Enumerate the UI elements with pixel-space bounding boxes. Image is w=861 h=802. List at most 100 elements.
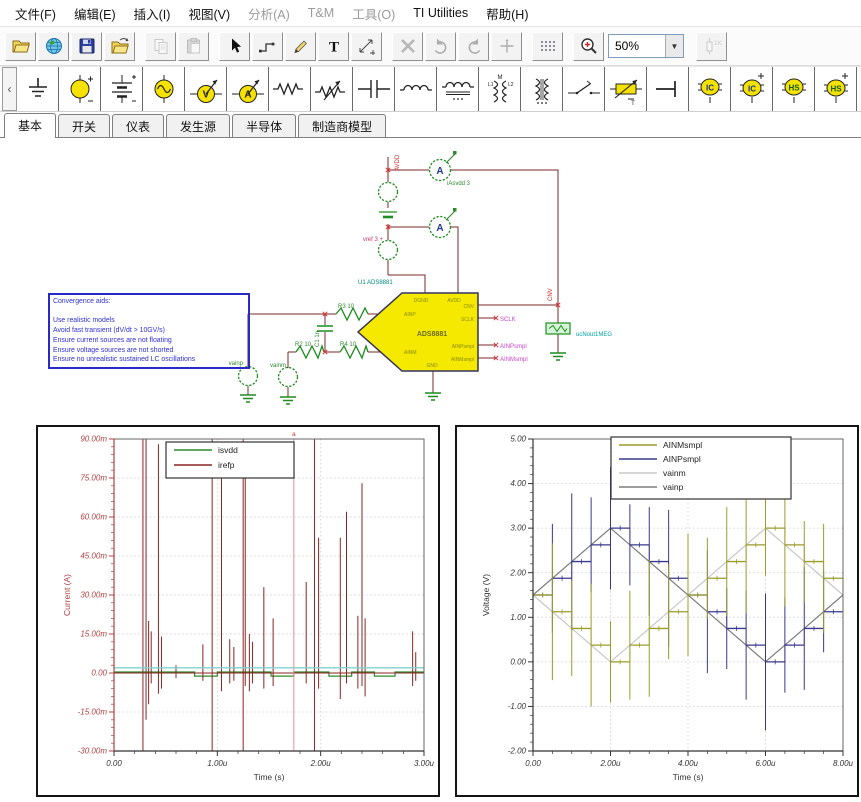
component-voltmeter-button[interactable]: V xyxy=(185,67,227,111)
generator-icon xyxy=(144,72,184,106)
menu-item-tm[interactable]: T&M xyxy=(299,6,343,20)
undo-button[interactable] xyxy=(425,32,456,61)
capacitor-c1 xyxy=(317,326,333,331)
menu-item-ti-utilities[interactable]: TI Utilities xyxy=(404,6,477,20)
component-battery-button[interactable] xyxy=(101,67,143,111)
save-button[interactable] xyxy=(71,32,102,61)
select-arrow-button[interactable] xyxy=(219,32,250,61)
y-tick-label: 60.00m xyxy=(80,513,107,522)
compbar-scroll-left[interactable]: ‹ xyxy=(2,67,17,111)
tab-sources[interactable]: 发生源 xyxy=(166,114,230,137)
svg-text:IC: IC xyxy=(748,85,756,94)
svg-text:L2: L2 xyxy=(508,82,514,88)
menu-item-view[interactable]: 视图(V) xyxy=(179,4,239,23)
main-toolbar: T 50%▼ 1K xyxy=(0,27,861,66)
schematic-label: iAsvdd 3 xyxy=(447,181,471,187)
schematic-label: U1 ADS8881 xyxy=(358,280,393,286)
ammeter-glyphs: A A xyxy=(436,151,456,234)
zoom-in-icon xyxy=(578,36,600,56)
y-tick-label: -1.00 xyxy=(508,702,527,711)
chevron-down-icon[interactable]: ▼ xyxy=(665,35,683,57)
zoom-level-select[interactable]: 50%▼ xyxy=(608,34,684,58)
svg-text:T: T xyxy=(328,40,338,56)
schematic-label: CNV xyxy=(463,304,474,310)
y-tick-label: -15.00m xyxy=(78,708,108,717)
x-tick-label: 0.00 xyxy=(106,759,122,768)
menu-item-file[interactable]: 文件(F) xyxy=(6,4,65,23)
legend: AINMsmplAINPsmplvainmvainp xyxy=(611,437,791,499)
component-inductor-button[interactable] xyxy=(395,67,437,111)
tab-manufacturer-models[interactable]: 制造商模型 xyxy=(298,114,386,137)
component-varistor-button[interactable]: T xyxy=(605,67,647,111)
delete-button[interactable] xyxy=(392,32,423,61)
vainm-source xyxy=(279,368,298,387)
component-ic-plus-button[interactable]: IC xyxy=(731,67,773,111)
cursor-label: a xyxy=(292,431,296,438)
menu-item-edit[interactable]: 编辑(E) xyxy=(65,4,125,23)
coupled-inductors-icon: ML1L2 xyxy=(480,72,520,106)
convergence-note[interactable]: Convergence aids: Use realistic modelsAv… xyxy=(48,293,250,369)
component-ammeter-button[interactable]: A xyxy=(227,67,269,111)
component-hs-plus-button[interactable]: HS xyxy=(815,67,857,111)
battery-icon xyxy=(102,72,142,106)
hs-plus-icon: HS xyxy=(816,72,856,106)
voltage-plot-panel[interactable]: 5.004.003.002.001.000.00-1.00-2.000.002.… xyxy=(455,425,859,797)
tab-basic[interactable]: 基本 xyxy=(4,113,56,138)
convergence-note-line: Avoid fast transient (dV/dt > 10GV/s) xyxy=(53,326,245,336)
schematic-canvas[interactable]: A A xyxy=(0,138,861,423)
menu-item-tools[interactable]: 工具(O) xyxy=(343,4,404,23)
ammeter-icon: A xyxy=(228,72,268,106)
schematic-svg: A A xyxy=(0,138,861,423)
paste-icon xyxy=(183,36,205,56)
y-tick-label: 3.00 xyxy=(510,524,526,533)
web-open-button[interactable] xyxy=(38,32,69,61)
component-ic-button[interactable]: IC xyxy=(689,67,731,111)
wire-button[interactable] xyxy=(252,32,283,61)
component-coupled-inductors-button[interactable]: ML1L2 xyxy=(479,67,521,111)
tab-semiconductors[interactable]: 半导体 xyxy=(232,114,296,137)
component-terminal-button[interactable] xyxy=(647,67,689,111)
component-inductor-core-button[interactable] xyxy=(437,67,479,111)
component-hs-button[interactable]: HS xyxy=(773,67,815,111)
ground-icon xyxy=(18,72,58,106)
y-tick-label: 15.00m xyxy=(80,630,107,639)
jumper-ucnout[interactable] xyxy=(546,323,570,334)
pencil-button[interactable] xyxy=(285,32,316,61)
varistor-icon: T xyxy=(606,72,646,106)
zoom-in-button[interactable] xyxy=(573,32,604,61)
current-plot-panel[interactable]: a90.00m75.00m60.00m45.00m30.00m15.00m0.0… xyxy=(36,425,440,797)
component-ground-button[interactable] xyxy=(17,67,59,111)
component-capacitor-button[interactable] xyxy=(353,67,395,111)
y-tick-label: 5.00 xyxy=(510,435,526,444)
component-potentiometer-button[interactable] xyxy=(311,67,353,111)
menu-item-insert[interactable]: 插入(I) xyxy=(125,4,180,23)
tab-meters[interactable]: 仪表 xyxy=(112,114,164,137)
menu-item-analysis[interactable]: 分析(A) xyxy=(239,4,299,23)
crosshair-button[interactable] xyxy=(491,32,522,61)
vainp-source xyxy=(239,367,258,386)
grid-button[interactable] xyxy=(532,32,563,61)
ic-plus-icon: IC xyxy=(732,72,772,106)
component-resistor-button[interactable] xyxy=(269,67,311,111)
copy-button[interactable] xyxy=(145,32,176,61)
measure-button[interactable] xyxy=(351,32,382,61)
svg-text:L1: L1 xyxy=(488,82,494,88)
redo-button[interactable] xyxy=(458,32,489,61)
menu-item-help[interactable]: 帮助(H) xyxy=(477,4,537,23)
y-tick-label: -2.00 xyxy=(508,747,527,756)
open-file-button[interactable] xyxy=(104,32,135,61)
resistor-1k-button[interactable]: 1K xyxy=(696,32,727,61)
convergence-note-line: Ensure voltage sources are not shorted xyxy=(53,346,245,356)
x-tick-label: 8.00u xyxy=(833,759,854,768)
tina-ti-window: 文件(F)编辑(E)插入(I)视图(V)分析(A)T&M工具(O)TI Util… xyxy=(0,0,861,802)
component-switch-button[interactable] xyxy=(563,67,605,111)
component-generator-button[interactable] xyxy=(143,67,185,111)
paste-button[interactable] xyxy=(178,32,209,61)
component-transformer-button[interactable] xyxy=(521,67,563,111)
open-button[interactable] xyxy=(5,32,36,61)
tab-switches[interactable]: 开关 xyxy=(58,114,110,137)
component-voltage-source-button[interactable] xyxy=(59,67,101,111)
x-tick-label: 1.00u xyxy=(207,759,228,768)
x-tick-label: 2.00u xyxy=(599,759,621,768)
text-button[interactable]: T xyxy=(318,32,349,61)
